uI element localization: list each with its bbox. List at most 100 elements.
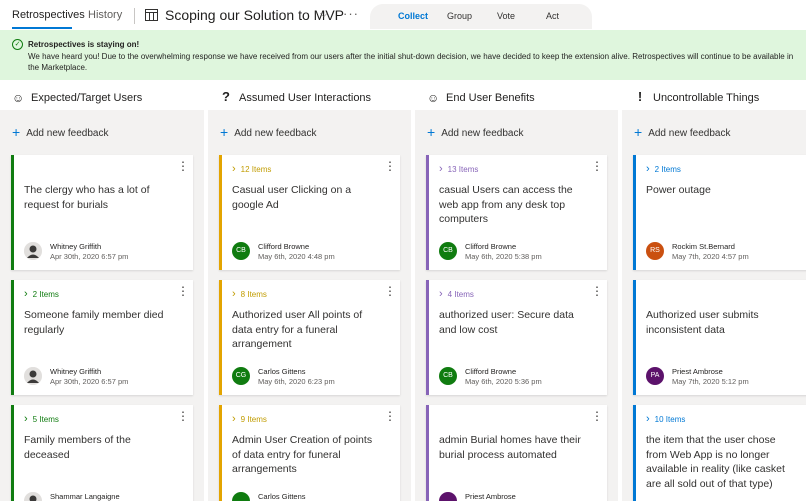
- author-name: Priest Ambrose: [672, 367, 723, 376]
- group-expander[interactable]: › 4 Items: [439, 288, 474, 300]
- column-title: Assumed User Interactions: [239, 92, 372, 104]
- smiley-icon: ☺: [427, 91, 440, 105]
- board-title-dropdown[interactable]: Scoping our Solution to MVP: [165, 7, 344, 23]
- column-body: + Add new feedback ⋮ › 2 Items Power outage RS…: [622, 110, 806, 501]
- author-name: Clifford Browne: [465, 367, 517, 376]
- phase-act[interactable]: Act: [546, 11, 559, 21]
- feedback-card[interactable]: ⋮ › 10 Items the item that the user chose f…: [633, 405, 806, 501]
- phase-group[interactable]: Group: [447, 11, 472, 21]
- plus-icon: +: [634, 124, 643, 140]
- group-count: 12 Items: [240, 165, 272, 174]
- column-title: End User Benefits: [446, 92, 535, 104]
- more-vertical-icon[interactable]: ⋮: [591, 410, 603, 422]
- group-expander[interactable]: › 8 Items: [232, 288, 267, 300]
- add-feedback-button[interactable]: + Add new feedback: [634, 124, 730, 140]
- more-vertical-icon[interactable]: ⋮: [384, 410, 396, 422]
- group-expander[interactable]: › 10 Items: [646, 413, 685, 425]
- question-icon: ?: [222, 89, 230, 104]
- tab-retrospectives[interactable]: Retrospectives: [12, 9, 85, 21]
- avatar: RS: [646, 242, 664, 260]
- chevron-down-icon[interactable]: ⌵: [320, 9, 328, 20]
- plus-icon: +: [427, 124, 436, 140]
- author-name: Priest Ambrose: [465, 492, 516, 501]
- tab-history[interactable]: History: [88, 9, 122, 21]
- more-vertical-icon[interactable]: ⋮: [801, 410, 806, 422]
- group-count: 5 Items: [32, 415, 59, 424]
- more-vertical-icon[interactable]: ⋮: [801, 285, 806, 297]
- feedback-card[interactable]: ⋮ › 2 Items Someone family member died regu…: [11, 280, 193, 395]
- add-feedback-label: Add new feedback: [26, 128, 109, 139]
- author-name: Whitney Griffith: [50, 367, 102, 376]
- avatar: CB: [439, 242, 457, 260]
- group-expander[interactable]: › 5 Items: [24, 413, 59, 425]
- feedback-text: Casual user Clicking on a google Ad: [232, 184, 352, 211]
- column-title: Expected/Target Users: [31, 92, 143, 104]
- group-expander[interactable]: › 2 Items: [646, 163, 681, 175]
- timestamp: May 6th, 2020 6:23 pm: [258, 377, 335, 386]
- column: ☺ End User Benefits + Add new feedback ⋮ › 13 …: [415, 80, 618, 501]
- avatar: PA: [646, 367, 664, 385]
- add-feedback-label: Add new feedback: [648, 128, 731, 139]
- timestamp: Apr 30th, 2020 6:57 pm: [50, 252, 129, 261]
- feedback-text: Authorized user submits inconsistent dat…: [646, 309, 759, 336]
- more-vertical-icon[interactable]: ⋮: [177, 410, 189, 422]
- column-body: + Add new feedback ⋮ The clergy who has a l…: [0, 110, 204, 501]
- phase-vote[interactable]: Vote: [497, 11, 515, 21]
- plus-icon: +: [12, 124, 21, 140]
- feedback-card[interactable]: ⋮ The clergy who has a lot of request for…: [11, 155, 193, 270]
- group-expander[interactable]: › 12 Items: [232, 163, 271, 175]
- feedback-card[interactable]: ⋮ › 4 Items authorized user: Secure data an…: [426, 280, 607, 395]
- feedback-text: authorized user: Secure data and low cos…: [439, 309, 574, 336]
- avatar: CG: [232, 367, 250, 385]
- column: ? Assumed User Interactions + Add new feedb…: [208, 80, 411, 501]
- more-vertical-icon[interactable]: ⋮: [384, 160, 396, 172]
- timestamp: May 6th, 2020 5:36 pm: [465, 377, 542, 386]
- timestamp: May 7th, 2020 5:12 pm: [672, 377, 749, 386]
- chevron-right-icon: ›: [232, 413, 236, 425]
- feedback-card[interactable]: ⋮ › 13 Items casual Users can access the we…: [426, 155, 607, 270]
- author-name: Whitney Griffith: [50, 242, 102, 251]
- timestamp: Apr 30th, 2020 6:57 pm: [50, 377, 129, 386]
- feedback-text: Authorized user All points of data entry…: [232, 309, 363, 350]
- phase-collect[interactable]: Collect: [398, 11, 428, 21]
- group-count: 8 Items: [240, 290, 267, 299]
- add-feedback-button[interactable]: + Add new feedback: [12, 124, 108, 140]
- more-vertical-icon[interactable]: ⋮: [177, 285, 189, 297]
- add-feedback-button[interactable]: + Add new feedback: [427, 124, 523, 140]
- column-header: ☺ End User Benefits: [415, 80, 618, 110]
- group-count: 4 Items: [447, 290, 474, 299]
- feedback-card[interactable]: ⋮ › 5 Items Family members of the deceased S…: [11, 405, 193, 501]
- column-header: ☺ Expected/Target Users: [0, 80, 204, 110]
- more-vertical-icon[interactable]: ⋮: [384, 285, 396, 297]
- author-name: Shammar Langaigne: [50, 492, 120, 501]
- add-feedback-button[interactable]: + Add new feedback: [220, 124, 316, 140]
- feedback-card[interactable]: ⋮ › 2 Items Power outage RS Rockim St.Bernard…: [633, 155, 806, 270]
- column: ! Uncontrollable Things + Add new feedback ⋮…: [622, 80, 806, 501]
- group-count: 9 Items: [240, 415, 267, 424]
- feedback-card[interactable]: ⋮ › 12 Items Casual user Clicking on a goog…: [219, 155, 400, 270]
- chevron-right-icon: ›: [439, 288, 443, 300]
- chevron-right-icon: ›: [24, 413, 28, 425]
- more-options-icon[interactable]: ···: [343, 6, 359, 21]
- group-count: 2 Items: [654, 165, 681, 174]
- author-name: Carlos Gittens: [258, 367, 306, 376]
- group-expander[interactable]: › 13 Items: [439, 163, 478, 175]
- group-count: 2 Items: [32, 290, 59, 299]
- feedback-text: Admin User Creation of points of data en…: [232, 434, 373, 475]
- more-vertical-icon[interactable]: ⋮: [177, 160, 189, 172]
- more-vertical-icon[interactable]: ⋮: [801, 160, 806, 172]
- feedback-card[interactable]: ⋮ Authorized user submits inconsistent da…: [633, 280, 806, 395]
- feedback-card[interactable]: ⋮ › 8 Items Authorized user All points of d…: [219, 280, 400, 395]
- group-expander[interactable]: › 2 Items: [24, 288, 59, 300]
- feedback-card[interactable]: ⋮ › 9 Items Admin User Creation of points o…: [219, 405, 400, 501]
- feedback-card[interactable]: ⋮ admin Burial homes have their burial pr…: [426, 405, 607, 501]
- column-body: + Add new feedback ⋮ › 12 Items Casual user C…: [208, 110, 411, 501]
- timestamp: May 6th, 2020 5:38 pm: [465, 252, 542, 261]
- active-tab-indicator: [12, 27, 72, 29]
- divider: [134, 8, 135, 24]
- column-header: ! Uncontrollable Things: [622, 80, 806, 110]
- more-vertical-icon[interactable]: ⋮: [591, 160, 603, 172]
- group-expander[interactable]: › 9 Items: [232, 413, 267, 425]
- more-vertical-icon[interactable]: ⋮: [591, 285, 603, 297]
- column-header: ? Assumed User Interactions: [208, 80, 411, 110]
